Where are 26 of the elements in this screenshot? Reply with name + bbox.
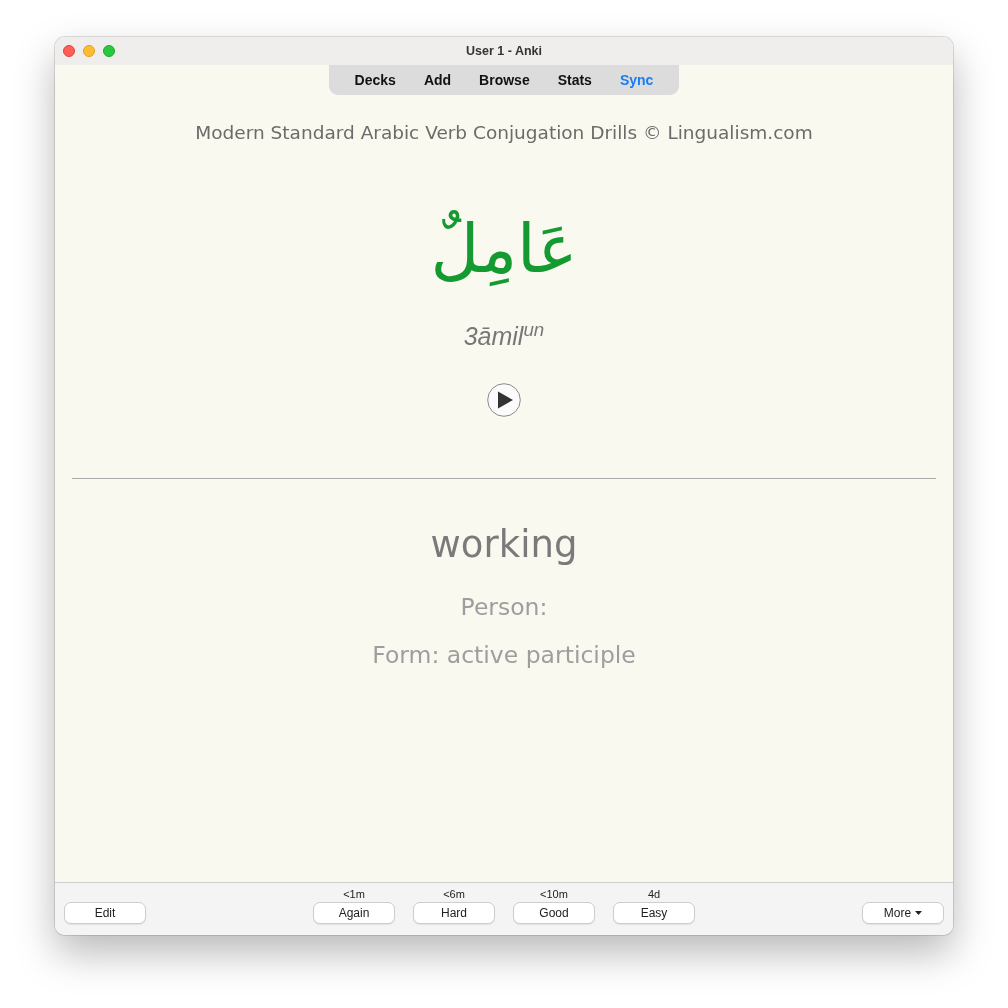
toolbar-link[interactable]: Stats xyxy=(543,65,606,95)
toolbar-link[interactable]: Decks xyxy=(340,65,410,95)
window-title: User 1 - Anki xyxy=(466,42,542,60)
answer-button[interactable]: Easy xyxy=(613,902,695,924)
deck-header: Modern Standard Arabic Verb Conjugation Drills © Lingualism.com xyxy=(195,121,813,145)
answer-button[interactable]: Hard xyxy=(413,902,495,924)
answer-button[interactable]: Good xyxy=(513,902,595,924)
close-icon[interactable] xyxy=(63,45,75,57)
arabic-word: عَامِلٌ xyxy=(430,209,578,290)
interval-label: <1m xyxy=(343,887,365,901)
toolbar-link[interactable]: Add xyxy=(409,65,466,95)
toolbar-link[interactable]: Browse xyxy=(465,65,544,95)
interval-label: <10m xyxy=(540,887,568,901)
zoom-icon[interactable] xyxy=(103,45,115,57)
play-icon[interactable] xyxy=(487,383,521,417)
edit-button[interactable]: Edit xyxy=(64,902,146,924)
answer-button[interactable]: Again xyxy=(313,902,395,924)
more-button[interactable]: More xyxy=(862,902,944,924)
person-label: Person: xyxy=(460,592,548,622)
interval-label: 4d xyxy=(647,887,661,901)
answer-word: working xyxy=(430,522,578,568)
interval-label: <6m xyxy=(443,887,465,901)
form-label: Form: active participle xyxy=(372,640,636,670)
caret-icon xyxy=(915,911,923,915)
transliteration: 3āmil$^{un}$ xyxy=(463,321,545,351)
minimize-icon[interactable] xyxy=(83,45,95,57)
